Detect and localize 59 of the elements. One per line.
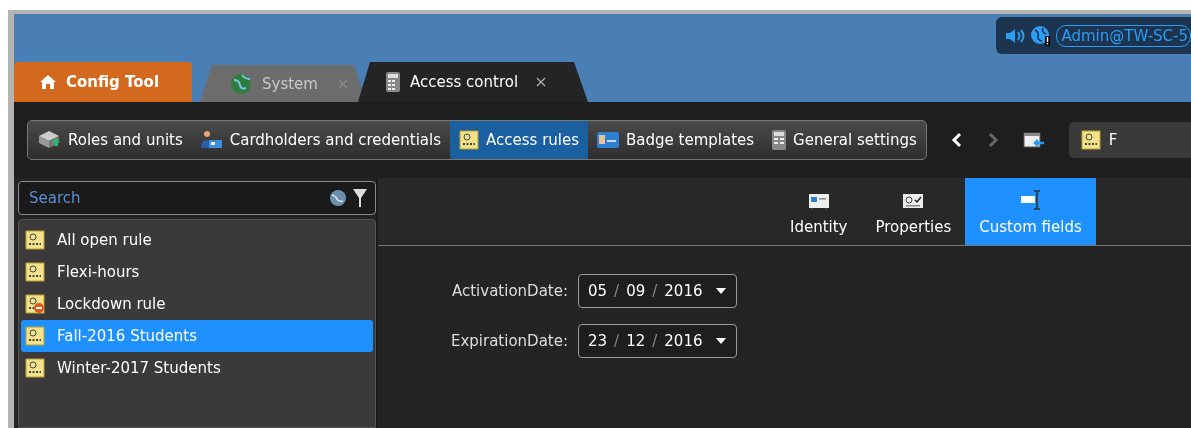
field-label: ExpirationDate: (449, 332, 568, 350)
rule-blocked-icon (25, 294, 45, 314)
tab-label: Config Tool (66, 73, 160, 91)
date-part: 23 (588, 332, 608, 350)
date-separator: / (652, 282, 658, 300)
toolbar-button[interactable]: Access rules (450, 121, 589, 159)
rule-list-item[interactable]: Winter-2017 Students (21, 352, 373, 384)
rule-name: Winter-2017 Students (57, 359, 221, 377)
globe-warning-icon[interactable] (1030, 24, 1053, 47)
date-separator: / (614, 332, 620, 350)
globe-icon[interactable] (329, 189, 347, 207)
rule-name: Flexi-hours (57, 263, 140, 281)
dropdown-caret-icon (715, 338, 726, 344)
user-account-link[interactable]: Admin@TW-SC-5 (1056, 24, 1191, 47)
text-field-icon (1019, 190, 1042, 210)
date-part: 2016 (664, 282, 703, 300)
tab-label: System (262, 74, 318, 93)
date-separator: / (652, 332, 658, 350)
date-part: 2016 (664, 332, 703, 350)
globe-icon (230, 72, 252, 95)
keypad-icon (772, 130, 787, 150)
tab-label: Access control (410, 73, 519, 91)
field-label: ActivationDate: (451, 282, 568, 300)
calendar-arrow-icon[interactable] (1022, 130, 1045, 150)
search-bar[interactable]: Search (18, 181, 376, 215)
view-tab[interactable]: Identity (776, 178, 862, 245)
rule-list-item[interactable]: Lockdown rule (21, 288, 373, 320)
server-icon (37, 130, 61, 150)
date-picker[interactable]: 05 / 09 / 2016 (578, 274, 737, 308)
date-separator: / (614, 282, 620, 300)
keypad-icon (386, 72, 400, 92)
date-picker[interactable]: 23 / 12 / 2016 (578, 324, 737, 358)
search-field[interactable]: Search (27, 188, 323, 208)
back-icon[interactable] (950, 132, 963, 148)
filter-icon[interactable] (353, 188, 367, 208)
toolbar-button[interactable]: Cardholders and credentials (191, 121, 450, 159)
view-tab[interactable]: Properties (861, 178, 966, 245)
properties-icon (903, 194, 924, 210)
home-icon (40, 75, 56, 89)
rule-name: Fall-2016 Students (57, 327, 197, 345)
date-part: 12 (626, 332, 646, 350)
rule-name: Lockdown rule (57, 295, 166, 313)
rule-list-item[interactable]: Flexi-hours (21, 256, 373, 288)
rule-name: All open rule (57, 231, 152, 249)
toolbar-button[interactable]: Roles and units (28, 121, 192, 159)
toolbar-button[interactable]: General settings (763, 121, 926, 159)
toolbar-button[interactable]: Badge templates (588, 121, 764, 159)
date-part: 05 (588, 282, 608, 300)
rule-list-item[interactable]: All open rule (21, 224, 373, 256)
speaker-icon[interactable] (1004, 26, 1027, 45)
badge-icon (597, 132, 620, 148)
shortcut-button[interactable]: F (1068, 122, 1191, 158)
date-part: 09 (626, 282, 646, 300)
person-card-icon (200, 130, 223, 150)
dropdown-caret-icon (715, 288, 726, 294)
close-icon[interactable] (536, 77, 547, 87)
id-card-icon (808, 194, 829, 210)
app-tab[interactable]: Access control (358, 62, 588, 102)
app-tab[interactable]: Config Tool (14, 62, 192, 102)
